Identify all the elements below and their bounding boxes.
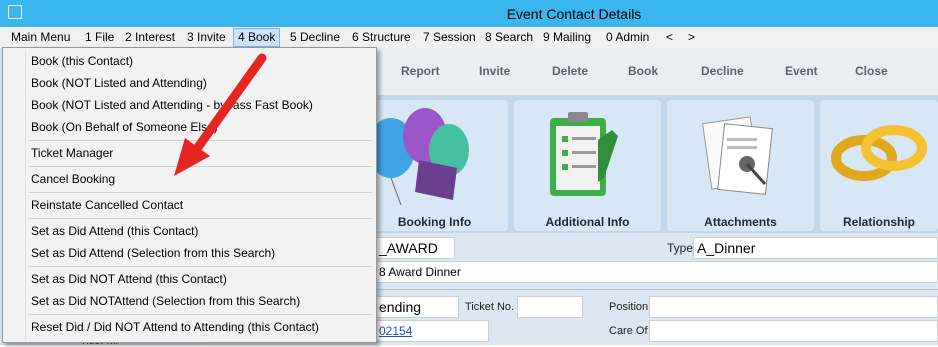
menu-separator <box>29 314 372 315</box>
menu-search[interactable]: 8 Search <box>481 29 537 46</box>
type-field[interactable]: A_Dinner <box>693 237 938 259</box>
menu-item-book-not-listed[interactable]: Book (NOT Listed and Attending) <box>31 73 207 93</box>
menu-decline[interactable]: 5 Decline <box>286 29 344 46</box>
book-dropdown-menu: Book (this Contact) Book (NOT Listed and… <box>2 47 377 343</box>
close-button[interactable]: Close <box>855 64 888 78</box>
report-button[interactable]: Report <box>401 64 440 78</box>
menu-file[interactable]: 1 File <box>81 29 118 46</box>
position-field[interactable] <box>649 296 938 318</box>
menu-main[interactable]: Main Menu <box>7 29 74 46</box>
clipboard-icon <box>550 112 618 196</box>
menu-scroll-left[interactable]: < <box>662 29 677 46</box>
menu-separator <box>29 266 372 267</box>
menu-book[interactable]: 4 Book <box>233 28 281 47</box>
additional-info-tile[interactable]: Additional Info <box>514 100 661 231</box>
event-button[interactable]: Event <box>785 64 818 78</box>
menu-item-did-attend-selection[interactable]: Set as Did Attend (Selection from this S… <box>31 243 275 263</box>
event-code-field[interactable]: _AWARD <box>375 237 455 259</box>
relationship-tile[interactable]: Relationship <box>820 100 938 231</box>
menu-gutter <box>25 50 26 340</box>
care-of-label: Care Of <box>609 325 648 337</box>
menu-item-ticket-manager[interactable]: Ticket Manager <box>31 143 113 163</box>
menu-item-book-on-behalf[interactable]: Book (On Behalf of Someone Else) <box>31 117 218 137</box>
menu-item-book-this-contact[interactable]: Book (this Contact) <box>31 51 133 71</box>
menu-item-book-bypass-fast-book[interactable]: Book (NOT Listed and Attending - bypass … <box>31 95 313 115</box>
menu-mailing[interactable]: 9 Mailing <box>539 29 595 46</box>
ticket-no-label: Ticket No. <box>465 301 515 313</box>
menu-structure[interactable]: 6 Structure <box>348 29 415 46</box>
menu-separator <box>29 140 372 141</box>
position-label: Position <box>609 301 649 313</box>
menu-admin[interactable]: 0 Admin <box>602 29 653 46</box>
book-button[interactable]: Book <box>628 64 658 78</box>
balloons-icon <box>367 108 469 206</box>
menu-bar: Main Menu 1 File 2 Interest 3 Invite 4 B… <box>0 27 938 49</box>
menu-invite[interactable]: 3 Invite <box>183 29 230 46</box>
type-label: Type <box>667 241 694 255</box>
contact-link-field[interactable]: 02154 <box>375 320 489 342</box>
menu-item-did-not-attend-selection[interactable]: Set as Did NOTAttend (Selection from thi… <box>31 291 300 311</box>
ticket-no-field[interactable] <box>517 296 583 318</box>
menu-item-cancel-booking[interactable]: Cancel Booking <box>31 169 115 189</box>
menu-item-did-not-attend-contact[interactable]: Set as Did NOT Attend (this Contact) <box>31 269 227 289</box>
contact-id-link[interactable]: 02154 <box>379 324 412 338</box>
relationship-label: Relationship <box>842 215 915 229</box>
additional-info-label: Additional Info <box>545 215 630 229</box>
attachments-tile[interactable]: Attachments <box>667 100 814 231</box>
booking-info-label: Booking Info <box>397 215 472 229</box>
divider <box>375 289 938 290</box>
menu-item-reset-attendance[interactable]: Reset Did / Did NOT Attend to Attending … <box>31 317 319 337</box>
menu-item-did-attend-contact[interactable]: Set as Did Attend (this Contact) <box>31 221 198 241</box>
care-of-field[interactable] <box>649 320 938 342</box>
menu-interest[interactable]: 2 Interest <box>121 29 179 46</box>
invite-button[interactable]: Invite <box>479 64 510 78</box>
window-title: Event Contact Details <box>506 6 642 22</box>
menu-scroll-right[interactable]: > <box>684 29 699 46</box>
menu-separator <box>29 192 372 193</box>
booking-info-tile[interactable]: Booking Info <box>361 100 508 231</box>
rings-icon <box>831 125 927 181</box>
decline-button[interactable]: Decline <box>701 64 744 78</box>
menu-session[interactable]: 7 Session <box>419 29 480 46</box>
documents-icon <box>702 116 773 195</box>
status-field[interactable]: ending <box>375 296 459 318</box>
menu-separator <box>29 166 372 167</box>
title-bar: Event Contact Details <box>0 0 938 27</box>
event-name-field[interactable]: 8 Award Dinner <box>375 261 938 283</box>
delete-button[interactable]: Delete <box>552 64 588 78</box>
menu-item-reinstate-cancelled[interactable]: Reinstate Cancelled Contact <box>31 195 183 215</box>
attachments-label: Attachments <box>704 215 777 229</box>
menu-separator <box>29 218 372 219</box>
